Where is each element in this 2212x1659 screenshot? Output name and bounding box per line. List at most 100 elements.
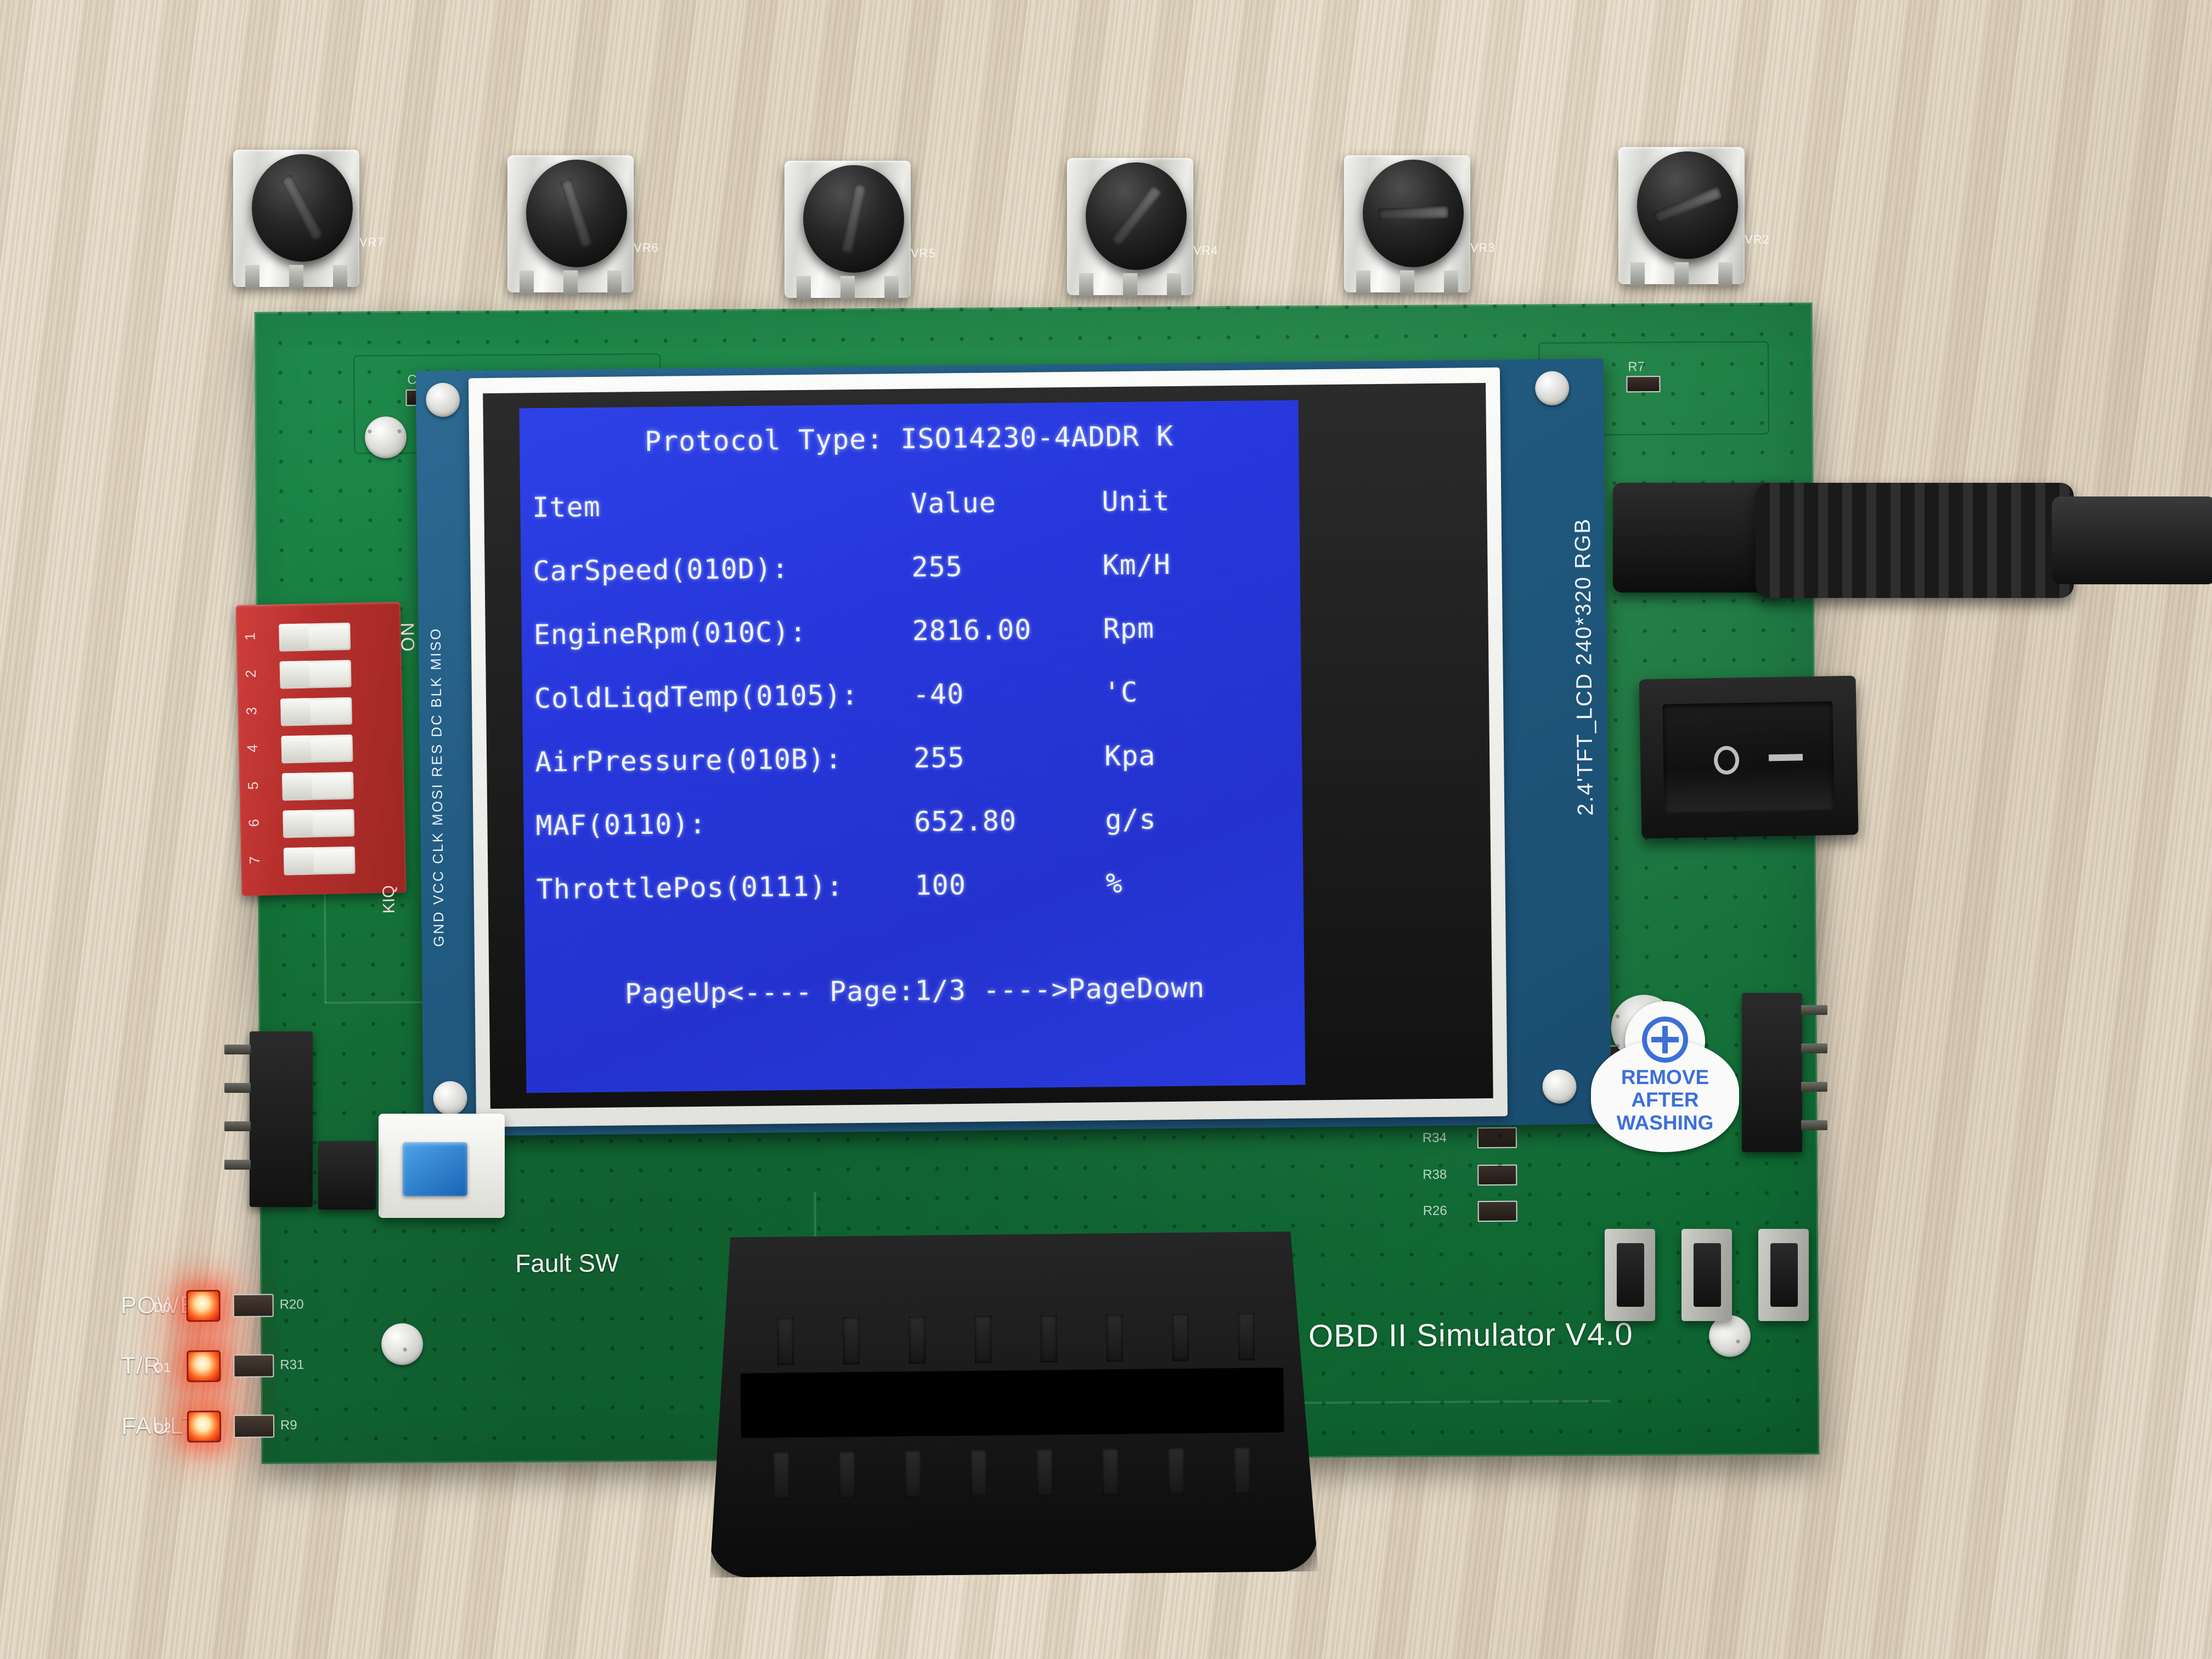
pot-knob[interactable] <box>522 156 631 271</box>
obd2-pin <box>1172 1313 1189 1361</box>
pot-knob[interactable] <box>1633 148 1742 263</box>
pot-leg <box>1356 270 1370 295</box>
row-item-label: ColdLiqdTemp(0105): <box>534 679 859 715</box>
lcd-mount-hole <box>425 382 460 417</box>
ref-designator-d2: D2 <box>154 1420 171 1436</box>
fault-switch-button[interactable] <box>379 1114 505 1218</box>
tact-plunger[interactable] <box>1770 1243 1798 1307</box>
ref-designator-r7: R7 <box>1628 359 1645 375</box>
pot-label-vr3: VR3 <box>1470 241 1496 255</box>
column-header-item: Item <box>532 490 601 524</box>
pin-header-j1[interactable] <box>224 1031 313 1207</box>
pot-knob[interactable] <box>799 161 908 276</box>
header-pin <box>224 1160 251 1170</box>
pot-label-vr2: VR2 <box>1745 233 1770 246</box>
power-rocker-switch[interactable] <box>1639 675 1859 839</box>
dip-switch-3[interactable] <box>280 697 353 726</box>
pin-header-j3[interactable] <box>1742 993 1827 1152</box>
power-led <box>186 1290 221 1322</box>
potentiometer-vr5[interactable]: VR5 <box>779 129 935 304</box>
dc-power-cable <box>2052 496 2212 584</box>
pot-leg <box>884 276 899 300</box>
dip-switch-2[interactable] <box>279 659 352 689</box>
pot-leg <box>1674 262 1689 286</box>
pot-knob[interactable] <box>1082 159 1190 274</box>
tact-button-1[interactable] <box>1605 1229 1655 1321</box>
pot-leg <box>563 270 578 295</box>
page-navigation-bar[interactable]: PageUp<---- Page:1/3 ---->PageDown <box>525 970 1305 1011</box>
pot-slot <box>280 174 324 242</box>
tact-plunger[interactable] <box>1694 1243 1721 1307</box>
led-resistor <box>233 1414 275 1438</box>
potentiometer-vr3[interactable]: VR3 <box>1339 123 1495 299</box>
dip-switch-bank[interactable]: ON KIQ 1 2 3 4 5 6 7 <box>235 601 419 913</box>
pot-leg <box>1079 273 1093 297</box>
row-item-unit: Kpa <box>1104 740 1156 772</box>
dip-switch-7[interactable] <box>283 846 356 876</box>
pot-body <box>1067 158 1193 297</box>
dc-power-plug[interactable] <box>1756 483 2074 598</box>
pot-label-vr4: VR4 <box>1193 244 1218 257</box>
row-item-value: 652.80 <box>914 804 1017 838</box>
dip-switch-5[interactable] <box>281 771 354 801</box>
led-resistor <box>233 1294 274 1317</box>
obd2-pin <box>974 1316 992 1363</box>
ref-designator-r31: R31 <box>280 1357 304 1373</box>
pot-leg <box>289 265 303 289</box>
row-item-value: -40 <box>912 678 964 710</box>
row-item-value: 100 <box>915 868 967 901</box>
lcd-bezel: Protocol Type: ISO14230-4ADDR K Item Val… <box>468 367 1508 1127</box>
obd2-pin <box>1102 1448 1119 1496</box>
obd2-pin <box>1106 1314 1124 1362</box>
pot-body <box>507 155 634 295</box>
dip-num-5: 5 <box>244 781 262 790</box>
pin-header-j2[interactable] <box>318 1141 376 1210</box>
mounting-hole <box>1708 1315 1751 1357</box>
table-row: AirPressure(010B): 255 Kpa <box>523 738 1302 778</box>
header-pin <box>1801 1005 1827 1015</box>
dip-switch-4[interactable] <box>281 734 353 764</box>
power-off-bar-icon <box>1768 754 1803 761</box>
row-item-value: 255 <box>911 550 963 583</box>
dip-switch-1[interactable] <box>279 622 351 652</box>
potentiometer-vr2[interactable]: VR2 <box>1613 115 1769 291</box>
dip-on-label: ON <box>397 621 419 652</box>
lcd-black-frame: Protocol Type: ISO14230-4ADDR K Item Val… <box>483 382 1493 1109</box>
tact-plunger[interactable] <box>1617 1243 1644 1307</box>
ref-designator-r9: R9 <box>280 1418 297 1433</box>
obd2-pin <box>909 1316 926 1364</box>
potentiometer-vr7[interactable]: VR7 <box>228 118 384 294</box>
dip-brand-label: KIQ <box>380 885 399 914</box>
pot-leg <box>1400 270 1414 295</box>
smd-resistor <box>1477 1164 1517 1186</box>
pot-knob[interactable] <box>1359 156 1468 271</box>
potentiometer-vr6[interactable]: VR6 <box>502 123 658 299</box>
desk-background: C18 R16 C14 R18 C10 R7 J30 J20 SW1 Q1 R2… <box>0 0 2212 1659</box>
row-item-label: MAF(0110): <box>535 808 707 842</box>
lcd-display-screen[interactable]: Protocol Type: ISO14230-4ADDR K Item Val… <box>519 400 1306 1093</box>
dip-num-3: 3 <box>243 707 260 715</box>
obd2-connector[interactable] <box>706 1231 1318 1578</box>
header-pin <box>1801 1120 1827 1130</box>
mounting-hole <box>381 1323 424 1365</box>
column-header-value: Value <box>911 487 997 520</box>
pot-slot <box>1378 206 1449 221</box>
pot-label-vr5: VR5 <box>911 246 936 260</box>
mounting-hole <box>364 416 407 459</box>
pot-leg <box>1167 273 1181 297</box>
fault-switch-cap[interactable] <box>403 1142 467 1196</box>
dip-switch-6[interactable] <box>283 809 355 838</box>
sticker-line-3: WASHING <box>1616 1111 1714 1134</box>
tact-button-3[interactable] <box>1758 1229 1809 1321</box>
pot-knob[interactable] <box>248 150 357 266</box>
rocker-face[interactable] <box>1662 701 1835 813</box>
potentiometer-vr4[interactable]: VR4 <box>1062 126 1218 302</box>
obd2-keying-slot <box>740 1367 1284 1438</box>
tact-button-2[interactable] <box>1681 1229 1732 1321</box>
dip-num-7: 7 <box>246 856 263 865</box>
row-item-label: ThrottlePos(0111): <box>536 870 844 906</box>
lcd-mount-hole <box>433 1081 467 1116</box>
header-pin <box>224 1045 251 1054</box>
pot-slot <box>1652 186 1723 224</box>
fault-led <box>187 1410 222 1443</box>
